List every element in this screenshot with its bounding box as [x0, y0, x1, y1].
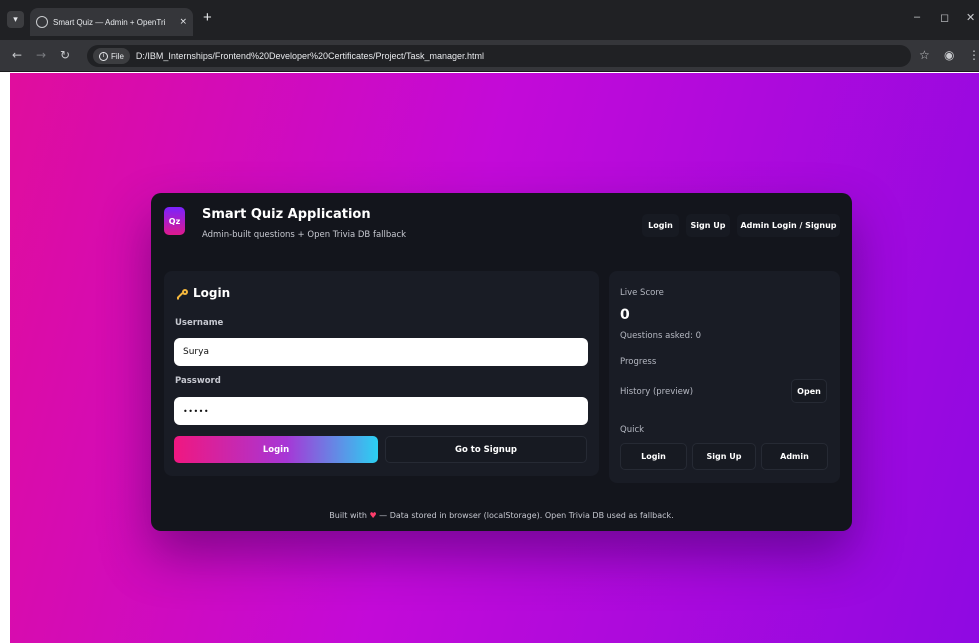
live-score-label: Live Score — [620, 288, 664, 298]
site-info-chip[interactable]: i File — [93, 48, 130, 64]
kebab-menu-icon[interactable]: ⋮ — [968, 48, 979, 62]
live-score-value: 0 — [620, 307, 630, 323]
username-label: Username — [175, 318, 224, 328]
tab-close-icon[interactable]: × — [179, 17, 187, 27]
footer: Built with ♥ — Data stored in browser (l… — [151, 511, 852, 520]
browser-address-bar: ← → ↻ i File D:/IBM_Internships/Frontend… — [0, 40, 979, 72]
password-label: Password — [175, 376, 221, 386]
close-icon[interactable]: ✕ — [966, 11, 975, 24]
back-arrow-icon[interactable]: ← — [12, 48, 22, 62]
app-subtitle: Admin-built questions + Open Trivia DB f… — [202, 230, 407, 240]
star-icon[interactable]: ☆ — [919, 48, 930, 62]
header-admin-button[interactable]: Admin Login / Signup — [737, 214, 840, 237]
key-icon — [176, 289, 188, 300]
questions-asked: Questions asked: 0 — [620, 331, 702, 341]
globe-icon — [36, 16, 48, 28]
go-to-signup-button[interactable]: Go to Signup — [385, 436, 587, 463]
reload-icon[interactable]: ↻ — [60, 48, 70, 62]
header-signup-button[interactable]: Sign Up — [686, 214, 730, 237]
chevron-down-icon[interactable]: ▾ — [7, 11, 24, 28]
quick-label: Quick — [620, 425, 645, 435]
file-chip-label: File — [111, 51, 124, 61]
heart-icon: ♥ — [369, 511, 377, 520]
username-value: Surya — [183, 347, 209, 357]
browser-tab[interactable]: Smart Quiz — Admin + OpenTri × — [30, 8, 193, 36]
login-button[interactable]: Login — [174, 436, 378, 463]
url-text: D:/IBM_Internships/Frontend%20Developer%… — [135, 51, 485, 61]
login-panel: Login Username Surya Password ••••• Logi… — [164, 271, 599, 476]
info-icon: i — [99, 51, 108, 61]
minimize-icon[interactable]: – — [914, 11, 920, 23]
footer-text-after: — Data stored in browser (localStorage).… — [376, 511, 674, 520]
header-login-button[interactable]: Login — [642, 214, 679, 237]
browser-tab-bar: ▾ Smart Quiz — Admin + OpenTri × + – ◻ ✕ — [0, 0, 979, 40]
page-background: Qz Smart Quiz Application Admin-built qu… — [10, 73, 979, 643]
password-input[interactable]: ••••• — [174, 397, 588, 425]
quick-login-button[interactable]: Login — [620, 443, 687, 470]
login-heading: Login — [193, 286, 231, 300]
tab-title: Smart Quiz — Admin + OpenTri — [53, 17, 166, 27]
new-tab-button[interactable]: + — [203, 9, 212, 26]
app-card: Qz Smart Quiz Application Admin-built qu… — [151, 193, 852, 531]
profile-icon[interactable]: ◉ — [944, 48, 954, 62]
password-mask: ••••• — [183, 406, 210, 416]
username-input[interactable]: Surya — [174, 338, 588, 366]
quick-signup-button[interactable]: Sign Up — [692, 443, 756, 470]
progress-label: Progress — [620, 357, 657, 367]
forward-arrow-icon[interactable]: → — [36, 48, 46, 62]
app-title: Smart Quiz Application — [202, 207, 371, 222]
restore-icon[interactable]: ◻ — [940, 11, 949, 24]
url-bar[interactable]: i File D:/IBM_Internships/Frontend%20Dev… — [87, 45, 911, 67]
footer-text-before: Built with — [329, 511, 370, 520]
app-logo: Qz — [164, 207, 185, 235]
quick-admin-button[interactable]: Admin — [761, 443, 828, 470]
history-open-button[interactable]: Open — [791, 379, 827, 403]
history-label: History (preview) — [620, 387, 694, 397]
score-panel: Live Score 0 Questions asked: 0 Progress… — [609, 271, 840, 483]
